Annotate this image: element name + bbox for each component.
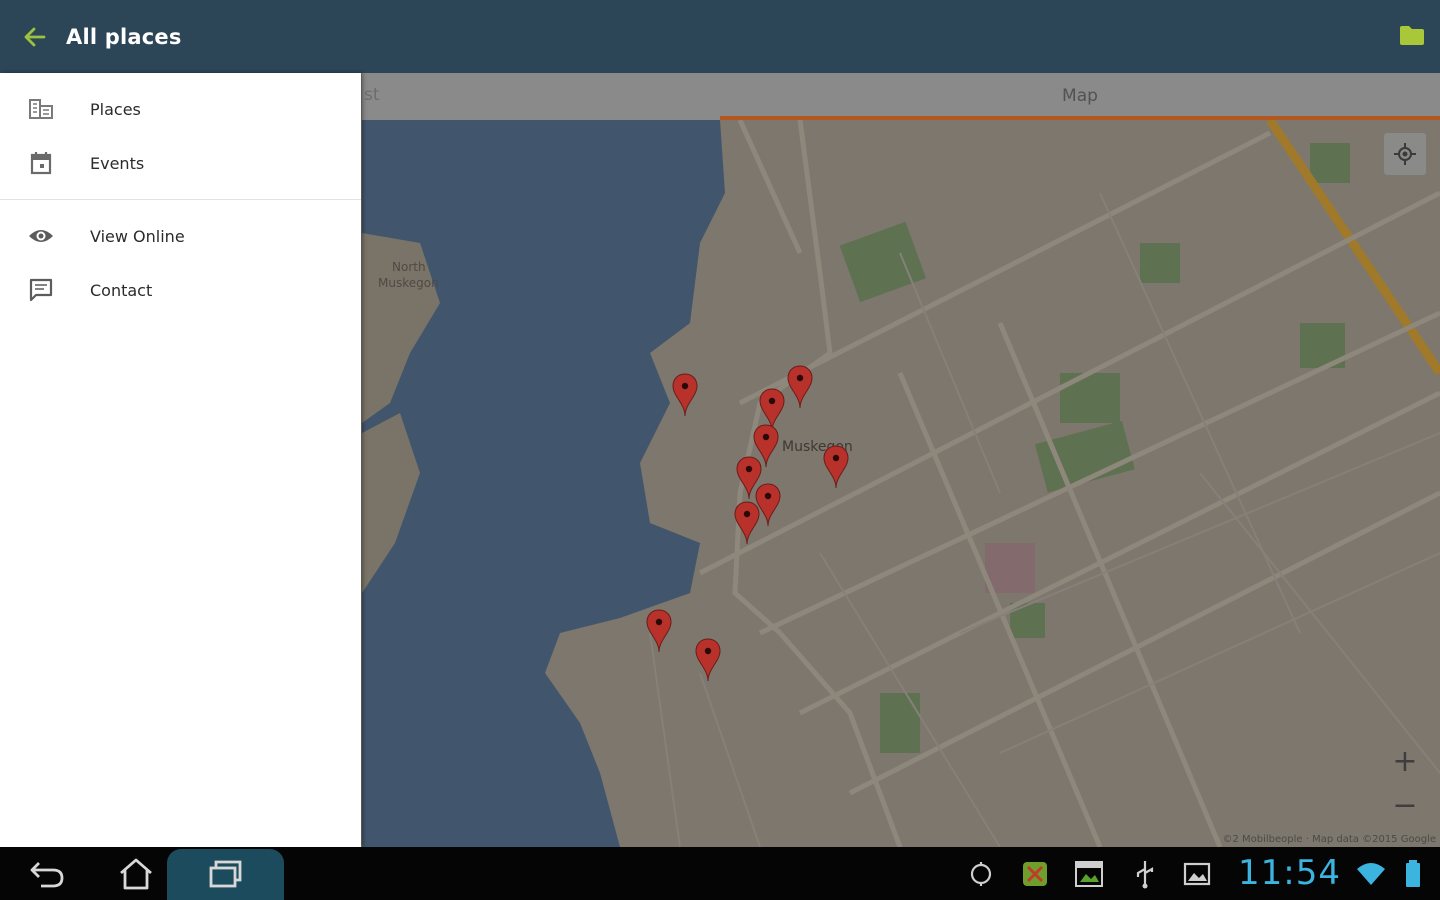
image-icon xyxy=(1182,859,1212,889)
map-label-north-muskegon: Muskegon xyxy=(378,276,439,290)
drawer-item-label: View Online xyxy=(90,226,185,246)
drawer-item-places[interactable]: Places xyxy=(0,82,361,136)
calendar-icon xyxy=(26,148,56,178)
usb-icon xyxy=(1130,859,1160,889)
my-location-icon[interactable] xyxy=(1384,133,1426,175)
drawer-item-view-online[interactable]: View Online xyxy=(0,209,361,263)
back-icon[interactable] xyxy=(20,847,74,900)
navigation-drawer: Places Events View Online Contact xyxy=(0,73,361,847)
map-marker[interactable] xyxy=(733,500,761,546)
drawer-divider xyxy=(0,199,361,200)
wifi-icon xyxy=(1356,859,1386,889)
drawer-item-label: Contact xyxy=(90,280,153,300)
page-title: All places xyxy=(66,24,182,49)
map-marker[interactable] xyxy=(694,637,722,683)
map-label-north: North xyxy=(392,260,426,274)
building-icon xyxy=(26,94,56,124)
map-marker[interactable] xyxy=(645,608,673,654)
sync-icon xyxy=(966,859,996,889)
screenshot-icon xyxy=(1074,859,1104,889)
content-area: North Muskegon Muskegon st Map + − ©2 Mo… xyxy=(0,73,1440,847)
back-arrow-icon[interactable] xyxy=(18,20,52,54)
drawer-item-events[interactable]: Events xyxy=(0,136,361,190)
folder-icon[interactable] xyxy=(1398,22,1428,52)
map-attribution: ©2 Mobilbeople · Map data ©2015 Google xyxy=(1222,834,1436,845)
tab-indicator xyxy=(720,116,1440,120)
message-icon xyxy=(26,275,56,305)
tab-list-label: st xyxy=(364,85,380,105)
eye-icon xyxy=(26,221,56,251)
status-clock: 11:54 xyxy=(1238,853,1341,893)
android-debug-icon xyxy=(1020,859,1050,889)
tab-map[interactable]: Map xyxy=(720,73,1440,120)
zoom-out-button[interactable]: − xyxy=(1384,785,1426,825)
tab-strip: st Map xyxy=(362,73,1440,120)
recent-apps-icon[interactable] xyxy=(196,847,254,900)
drawer-item-contact[interactable]: Contact xyxy=(0,263,361,317)
map-marker[interactable] xyxy=(671,372,699,418)
zoom-in-button[interactable]: + xyxy=(1384,741,1426,781)
home-icon[interactable] xyxy=(108,847,164,900)
tab-list[interactable]: st xyxy=(362,73,720,120)
drawer-item-label: Places xyxy=(90,99,141,119)
app-bar: All places xyxy=(0,0,1440,73)
map-marker[interactable] xyxy=(786,364,814,410)
map-marker[interactable] xyxy=(822,444,850,490)
system-navigation-bar: 11:54 xyxy=(0,847,1440,900)
battery-icon xyxy=(1398,859,1428,889)
drawer-item-label: Events xyxy=(90,153,145,173)
